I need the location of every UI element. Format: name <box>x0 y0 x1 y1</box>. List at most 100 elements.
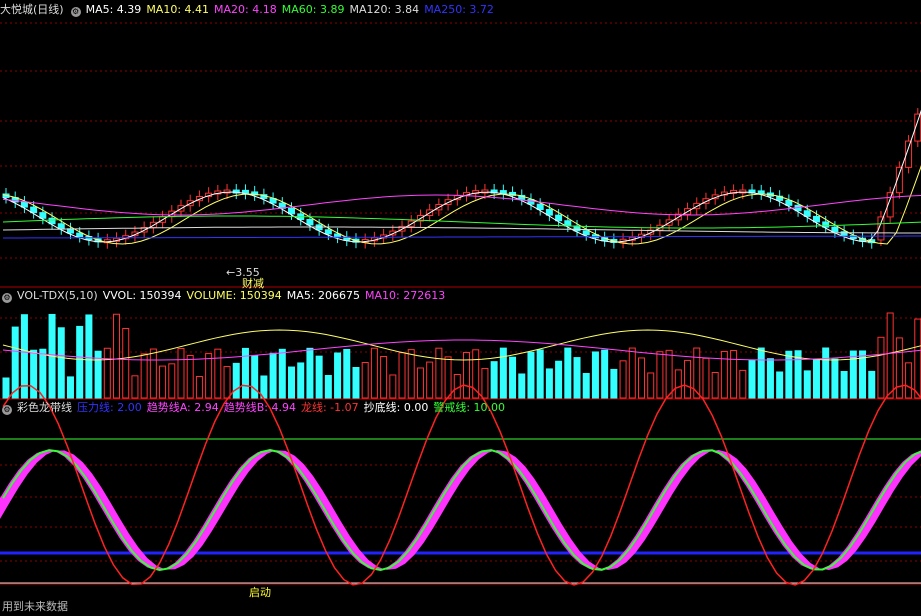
volume-bar <box>711 371 719 399</box>
volume-bar <box>509 356 517 399</box>
indicator-title: VOL-TDX(5,10) <box>17 289 98 302</box>
volume-bar <box>380 355 388 399</box>
legend-item: 压力线: 2.00 <box>77 401 142 414</box>
volume-bar <box>628 347 636 399</box>
volume-bar <box>637 357 645 399</box>
volume-bar <box>490 361 498 399</box>
legend-item: 趋势线B: 4.94 <box>223 401 296 414</box>
main-panel-legend: 大悦城(日线) ⚙ MA5: 4.39 MA10: 4.41 MA20: 4.18 MA6… <box>0 2 504 18</box>
volume-bar <box>831 358 839 399</box>
volume-bar <box>232 362 240 399</box>
volume-bar <box>269 352 277 399</box>
volume-panel-legend: ⚙ VOL-TDX(5,10) VVOL: 150394 VOLUME: 150394… <box>0 288 455 304</box>
volume-bar <box>205 353 213 399</box>
candlestick <box>582 230 590 236</box>
volume-bar <box>555 360 563 399</box>
volume-bar <box>647 372 655 399</box>
volume-bar <box>11 326 19 399</box>
ma250-line <box>3 235 921 239</box>
volume-bar <box>352 367 360 399</box>
volume-bar <box>914 318 921 399</box>
legend-item: 抄底线: 0.00 <box>363 401 429 414</box>
legend-item: 警戒线: 10.00 <box>433 401 506 414</box>
volume-bar <box>536 349 544 399</box>
volume-bar <box>122 327 130 399</box>
volume-bar <box>730 350 738 399</box>
volume-bar <box>518 373 526 399</box>
candlestick <box>757 190 765 195</box>
volume-bar <box>481 367 489 399</box>
volume-bar <box>840 370 848 399</box>
volume-bar <box>389 374 397 399</box>
gear-icon[interactable]: ⚙ <box>2 405 12 415</box>
volume-bar <box>370 347 378 399</box>
start-signal-label: 启动 <box>249 586 271 599</box>
volume-bar <box>573 357 581 399</box>
volume-bar <box>582 372 590 399</box>
candlestick <box>536 203 544 211</box>
candlestick <box>324 229 332 235</box>
volume-bar <box>748 359 756 399</box>
gear-icon[interactable]: ⚙ <box>70 7 81 17</box>
candlestick <box>803 210 811 217</box>
legend-item: MA60: 3.89 <box>281 3 345 16</box>
indicator-title: 彩色龙带线 <box>17 401 72 414</box>
legend-item: VVOL: 150394 <box>102 289 182 302</box>
candlestick <box>20 201 28 208</box>
volume-bar <box>297 362 305 399</box>
candlestick <box>57 223 65 230</box>
candlestick <box>288 207 296 215</box>
volume-bar <box>223 366 231 399</box>
volume-bar <box>766 358 774 399</box>
dragon-panel-legend: ⚙ 彩色龙带线 压力线: 2.00 趋势线A: 2.94 趋势线B: 4.94 龙线: -… <box>0 400 515 416</box>
volume-bar <box>288 366 296 399</box>
volume-bar <box>103 347 111 399</box>
volume-bar <box>435 347 443 399</box>
volume-bar <box>757 347 765 399</box>
volume-bar <box>168 363 176 399</box>
event-label[interactable]: 财减 <box>242 275 264 291</box>
volume-bar <box>739 369 747 399</box>
volume-bar <box>177 347 185 399</box>
gear-icon[interactable]: ⚙ <box>2 293 12 303</box>
legend-item: MA120: 3.84 <box>349 3 420 16</box>
candlestick <box>785 199 793 206</box>
volume-bar <box>545 368 553 399</box>
volume-bar <box>822 347 830 399</box>
volume-bar <box>85 314 93 399</box>
volume-bar <box>619 360 627 399</box>
volume-bar <box>803 370 811 399</box>
volume-bar <box>905 362 913 399</box>
candlestick <box>812 215 820 223</box>
candlestick <box>306 219 314 226</box>
volume-bar <box>416 367 424 399</box>
volume-bar <box>886 312 894 399</box>
volume-bar <box>591 351 599 399</box>
volume-bar <box>785 350 793 399</box>
volume-bar <box>315 355 323 399</box>
legend-item: 趋势线A: 2.94 <box>146 401 219 414</box>
candlestick <box>822 221 830 228</box>
volume-bar <box>665 349 673 399</box>
legend-item: MA10: 4.41 <box>146 3 210 16</box>
volume-bar <box>702 357 710 399</box>
legend-item: MA250: 3.72 <box>424 3 494 16</box>
legend-item: MA5: 206675 <box>286 289 361 302</box>
volume-bar <box>306 347 314 399</box>
volume-bar <box>76 325 84 399</box>
volume-bar <box>324 374 332 399</box>
volume-bar <box>463 351 470 399</box>
volume-bar <box>398 352 406 399</box>
volume-bar <box>2 377 10 399</box>
volume-bar <box>159 365 167 399</box>
volume-bar <box>895 337 903 399</box>
arrow-left-icon: ← <box>226 266 236 279</box>
volume-bar <box>610 368 618 399</box>
volume-bar <box>877 336 885 399</box>
volume-bar <box>361 362 369 399</box>
volume-bar <box>149 348 157 399</box>
chart-canvas[interactable] <box>0 0 921 616</box>
volume-bar <box>66 376 74 399</box>
legend-item: MA10: 272613 <box>365 289 446 302</box>
volume-bar <box>334 352 342 399</box>
